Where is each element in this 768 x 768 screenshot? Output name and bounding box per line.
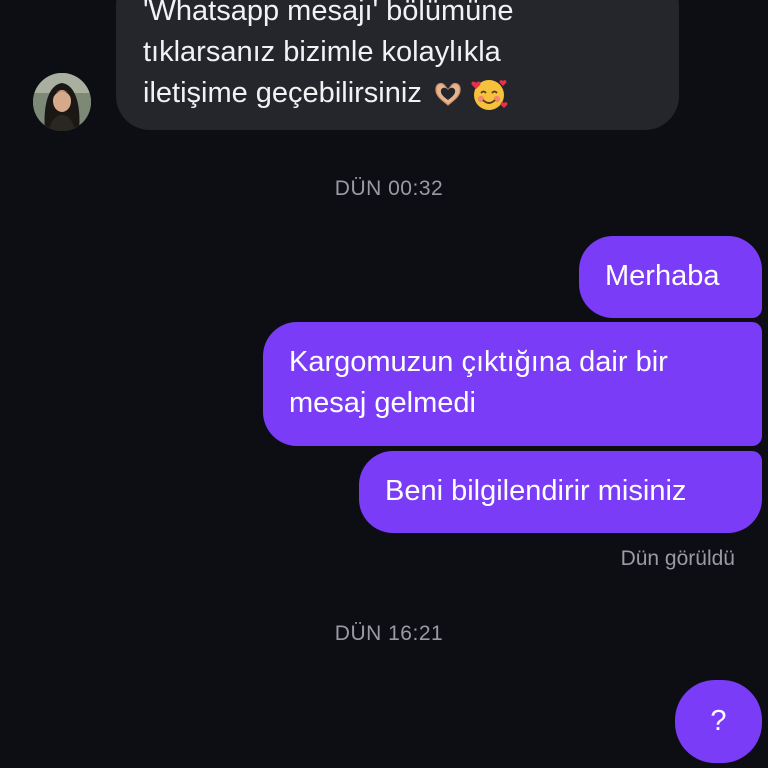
contact-avatar[interactable] (33, 73, 91, 131)
smiling-face-with-hearts-emoji-icon (471, 80, 508, 111)
timestamp: DÜN 16:21 (334, 622, 444, 645)
avatar-photo (33, 73, 91, 131)
incoming-message-line-1: 'Whatsapp mesajı' bölümüne (143, 0, 514, 27)
incoming-message-bubble[interactable]: 'Whatsapp mesajı' bölümüne tıklarsanız b… (116, 0, 679, 130)
heart-hands-emoji-icon (435, 83, 461, 107)
outgoing-message-line-1: Kargomuzun çıktığına dair bir (289, 346, 668, 378)
incoming-message-line-3-text: iletişime geçebilirsiniz (143, 77, 422, 109)
outgoing-message-bubble[interactable]: ? (675, 680, 762, 763)
outgoing-message-bubble[interactable]: Beni bilgilendirir misiniz (359, 451, 762, 533)
seen-status: Dün görüldü (620, 547, 735, 570)
incoming-message-line-2: tıklarsanız bizimle kolaylıkla (143, 36, 501, 68)
outgoing-message-line-2: mesaj gelmedi (289, 387, 476, 419)
incoming-message-line-3: iletişime geçebilirsiniz (143, 73, 659, 114)
timestamp: DÜN 00:32 (334, 177, 444, 200)
outgoing-message-bubble[interactable]: Kargomuzun çıktığına dair bir mesaj gelm… (263, 322, 762, 446)
outgoing-message-bubble[interactable]: Merhaba (579, 236, 762, 318)
chat-thread: 'Whatsapp mesajı' bölümüne tıklarsanız b… (0, 0, 768, 768)
